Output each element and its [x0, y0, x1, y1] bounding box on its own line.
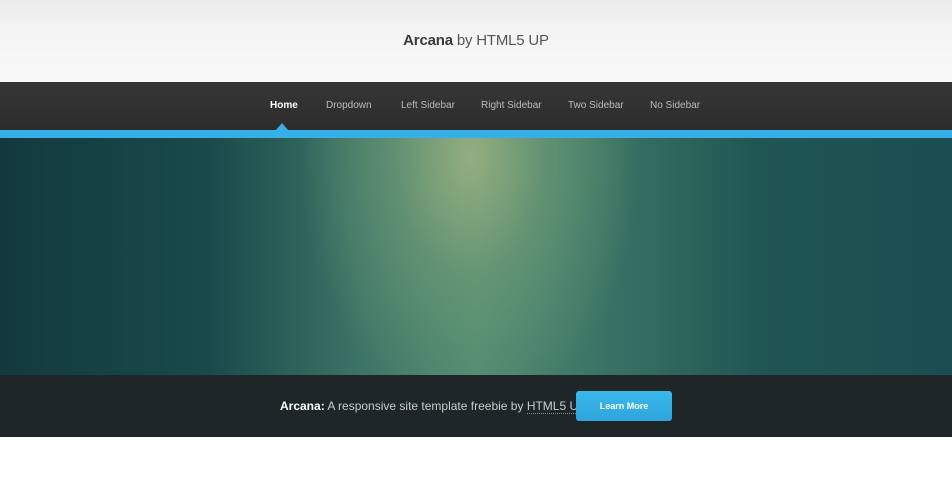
nav-item-dropdown[interactable]: Dropdown: [326, 100, 372, 111]
cta-bar: Arcana: A responsive site template freeb…: [0, 375, 952, 437]
cta-brand: Arcana:: [280, 399, 325, 413]
accent-bar: [0, 130, 952, 138]
learn-more-button[interactable]: Learn More: [576, 391, 672, 421]
nav-item-left-sidebar[interactable]: Left Sidebar: [401, 100, 455, 111]
active-nav-pointer-icon: [276, 123, 288, 130]
nav-item-home[interactable]: Home: [270, 100, 298, 111]
nav-item-two-sidebar[interactable]: Two Sidebar: [568, 100, 624, 111]
nav-item-right-sidebar[interactable]: Right Sidebar: [481, 100, 542, 111]
logo-byline: by HTML5 UP: [456, 32, 549, 49]
cta-description: A responsive site template freebie by: [324, 399, 527, 413]
site-header: Arcana by HTML5 UP: [0, 0, 952, 82]
hero-banner: [0, 138, 952, 375]
cta-text: Arcana: A responsive site template freeb…: [280, 399, 587, 414]
nav-item-no-sidebar[interactable]: No Sidebar: [650, 100, 700, 111]
logo-brand: Arcana: [403, 32, 453, 49]
site-logo[interactable]: Arcana by HTML5 UP: [0, 32, 952, 49]
main-nav: Home Dropdown Left Sidebar Right Sidebar…: [0, 82, 952, 130]
